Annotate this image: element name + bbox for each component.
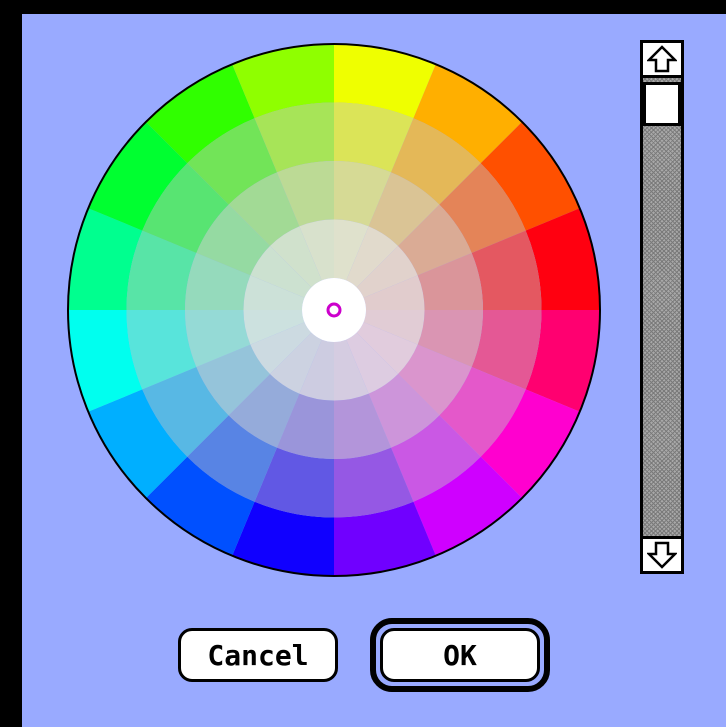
arrow-up-icon	[647, 45, 677, 73]
ok-button[interactable]: OK	[380, 628, 540, 682]
scroll-thumb[interactable]	[643, 82, 681, 126]
scroll-down-button[interactable]	[640, 536, 684, 574]
brightness-scrollbar[interactable]	[640, 40, 684, 574]
arrow-down-icon	[647, 541, 677, 569]
color-wheel[interactable]	[64, 40, 604, 580]
cancel-button[interactable]: Cancel	[178, 628, 338, 682]
selection-marker[interactable]	[326, 302, 342, 318]
scroll-up-button[interactable]	[640, 40, 684, 78]
scroll-track[interactable]	[640, 78, 684, 536]
